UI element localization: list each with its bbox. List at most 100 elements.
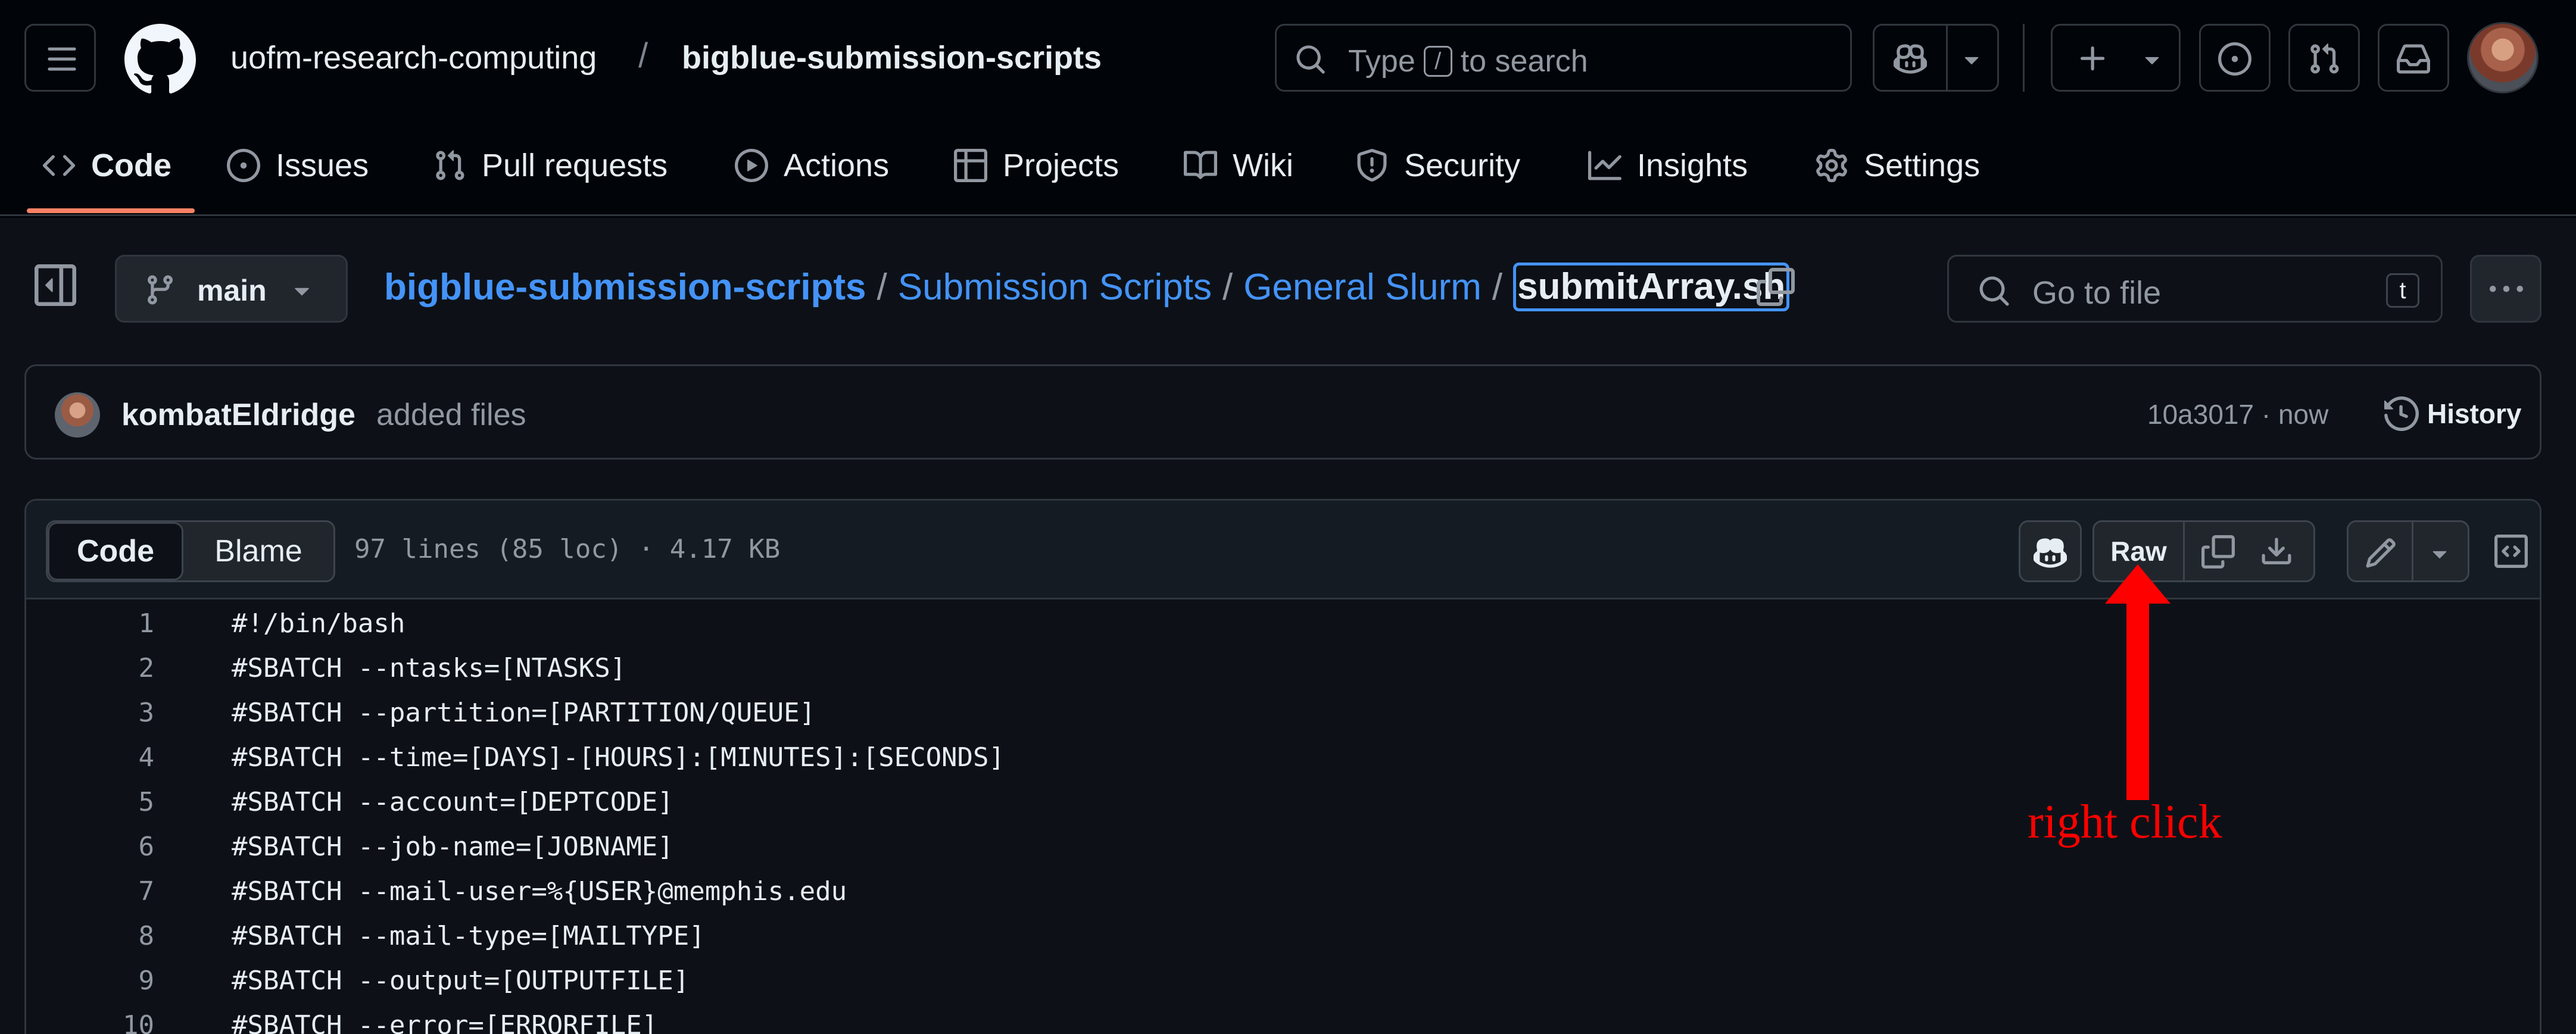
inbox-button[interactable] [2378,24,2449,92]
tab-label: Pull requests [482,148,668,183]
menu-button[interactable] [24,24,96,92]
chevron-down-icon[interactable] [1957,42,1986,76]
commit-author-link[interactable]: kombatEldridge [121,397,355,433]
issues-button[interactable] [2199,24,2271,92]
line-number[interactable]: 10 [26,1003,154,1034]
github-logo-icon[interactable] [124,24,196,95]
line-content: #SBATCH --output=[OUTPUTFILE] [232,966,690,996]
line-number[interactable]: 2 [26,646,155,691]
more-options-button[interactable] [2470,255,2541,323]
gear-icon [1815,149,1848,182]
issue-opened-icon [227,149,260,182]
repo-link[interactable]: bigblue-submission-scripts [682,39,1102,76]
line-number[interactable]: 1 [26,601,155,646]
edit-button-group[interactable] [2347,520,2469,582]
copilot-button-group[interactable] [1873,24,1999,92]
commit-sha-time[interactable]: 10a3017 · now [2147,398,2328,430]
global-header: uofm-research-computing / bigblue-submis… [0,0,2576,116]
code-line: 9 #SBATCH --output=[OUTPUTFILE] [26,958,2540,1003]
line-number[interactable]: 4 [26,735,155,780]
download-icon[interactable] [2260,535,2293,568]
tab-pull-requests[interactable]: Pull requests [433,145,668,186]
tab-label: Wiki [1233,148,1293,183]
breadcrumb-current-file: submitArray.sh [1513,263,1790,311]
breadcrumb-separator: / [1222,266,1233,308]
copy-raw-icon[interactable] [2201,535,2235,568]
history-button[interactable]: History [2384,392,2521,435]
shield-icon [1355,149,1389,182]
branch-name: main [197,274,267,307]
kebab-horizontal-icon [2490,273,2523,307]
line-number[interactable]: 6 [26,824,155,869]
line-number[interactable]: 7 [26,869,155,914]
line-number[interactable]: 9 [26,958,155,1003]
breadcrumb-dir-link[interactable]: Submission Scripts [898,266,1212,308]
copy-path-icon[interactable] [1757,268,1795,306]
line-number[interactable]: 3 [26,691,155,735]
tab-label: Insights [1637,148,1748,183]
search-placeholder: Type / to search [1348,43,1588,79]
branch-selector[interactable]: main [115,255,348,323]
tab-code[interactable]: Code [42,145,171,186]
breadcrumb-dir-link[interactable]: General Slurm [1243,266,1482,308]
line-number[interactable]: 5 [26,780,155,824]
code-square-icon [2494,535,2528,568]
search-icon [1978,274,2011,308]
tab-wiki[interactable]: Wiki [1184,145,1293,186]
tab-projects[interactable]: Projects [954,145,1119,186]
user-avatar[interactable] [2467,22,2538,93]
line-content: #SBATCH --account=[DEPTCODE] [232,787,673,817]
tab-actions[interactable]: Actions [735,145,889,186]
chevron-down-icon[interactable] [2425,536,2455,570]
table-icon [954,149,987,182]
tab-security[interactable]: Security [1355,145,1520,186]
go-to-file-input[interactable]: Go to file t [1947,255,2443,323]
pull-requests-button[interactable] [2288,24,2360,92]
commit-message-link[interactable]: added files [376,397,526,433]
git-pull-request-icon [433,149,466,182]
code-line: 7 #SBATCH --mail-user=%{USER}@memphis.ed… [26,869,2540,914]
tab-issues[interactable]: Issues [227,145,369,186]
code-line: 10 #SBATCH --error=[ERRORFILE] [26,1003,2540,1034]
code-line: 8 #SBATCH --mail-type=[MAILTYPE] [26,914,2540,958]
code-view-button[interactable]: Code [48,522,183,580]
pencil-icon[interactable] [2364,536,2397,570]
line-number[interactable]: 8 [26,914,155,958]
author-avatar[interactable] [55,392,100,438]
line-content: #SBATCH --mail-user=%{USER}@memphis.edu [232,876,847,907]
blame-view-button[interactable]: Blame [183,522,333,580]
breadcrumb-separator: / [638,36,648,75]
view-mode-toggle: Code Blame [46,520,335,582]
line-content: #SBATCH --partition=[PARTITION/QUEUE] [232,698,816,728]
tab-label: Code [91,148,171,183]
file-breadcrumb: bigblue-submission-scripts / Submission … [384,263,1790,311]
go-to-file-placeholder: Go to file [2032,275,2162,311]
breadcrumb-repo-link[interactable]: bigblue-submission-scripts [384,266,866,308]
issue-opened-icon [2218,42,2251,76]
inbox-icon [2397,42,2430,76]
git-pull-request-icon [2307,42,2341,76]
sidebar-expand-icon[interactable] [35,264,76,306]
latest-commit-bar: kombatEldridge added files 10a3017 · now… [24,364,2541,460]
triangle-down-icon [286,274,317,305]
annotation-arrow [2105,564,2170,800]
create-new-button[interactable] [2051,24,2181,92]
copilot-ask-button[interactable] [2019,520,2082,582]
copilot-icon[interactable] [1894,42,1927,76]
owner-link[interactable]: uofm-research-computing [230,39,597,76]
line-content: #SBATCH --mail-type=[MAILTYPE] [232,921,705,951]
annotation-label: right click [2028,796,2222,848]
tab-insights[interactable]: Insights [1588,145,1748,186]
breadcrumb-separator: / [877,266,887,308]
symbols-button[interactable] [2488,520,2534,582]
search-icon [1295,43,1327,76]
button-divider [1946,26,1948,90]
search-prefix: Type [1348,44,1415,79]
graph-icon [1588,149,1621,182]
search-input[interactable]: Type / to search [1275,24,1852,92]
active-tab-underline [27,208,195,213]
search-shortcut-key: / [1423,46,1452,77]
copilot-icon [2034,536,2067,570]
tab-settings[interactable]: Settings [1815,145,1980,186]
chevron-down-icon [2137,42,2167,76]
